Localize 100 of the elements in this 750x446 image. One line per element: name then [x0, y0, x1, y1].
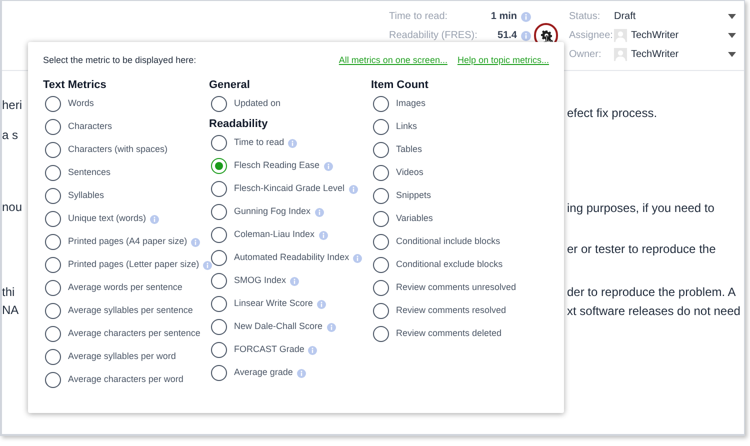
- radio-button[interactable]: [211, 227, 227, 243]
- radio-button[interactable]: [211, 319, 227, 335]
- radio-button[interactable]: [373, 326, 389, 342]
- radio-option[interactable]: Sentences: [43, 165, 209, 181]
- radio-button[interactable]: [211, 342, 227, 358]
- body-text: nou: [2, 199, 24, 215]
- radio-button[interactable]: [45, 211, 61, 227]
- radio-button[interactable]: [211, 204, 227, 220]
- radio-button[interactable]: [45, 119, 61, 135]
- body-text: thi: [2, 284, 16, 300]
- radio-option[interactable]: Average syllables per sentence: [43, 303, 209, 319]
- body-text: efect fix process.: [566, 105, 658, 121]
- radio-button[interactable]: [211, 96, 227, 112]
- radio-option[interactable]: Average characters per sentence: [43, 326, 209, 342]
- radio-option[interactable]: Review comments unresolved: [371, 280, 541, 296]
- radio-option[interactable]: Images: [371, 96, 541, 112]
- radio-button[interactable]: [373, 234, 389, 250]
- field-label: Assignee:: [569, 28, 614, 42]
- radio-button[interactable]: [45, 165, 61, 181]
- radio-button[interactable]: [373, 165, 389, 181]
- radio-button[interactable]: [211, 365, 227, 381]
- radio-button[interactable]: [45, 257, 61, 273]
- radio-button[interactable]: [373, 303, 389, 319]
- radio-button[interactable]: [211, 273, 227, 289]
- radio-button[interactable]: [45, 349, 61, 365]
- section-heading: Text Metrics: [43, 78, 108, 92]
- radio-button[interactable]: [45, 372, 61, 388]
- body-text: der to reproduce the problem. A: [566, 284, 737, 300]
- radio-button[interactable]: [211, 181, 227, 197]
- metric-label: Readability (FRES):: [389, 29, 478, 43]
- radio-button[interactable]: [45, 234, 61, 250]
- body-text: a s: [2, 127, 20, 143]
- radio-option[interactable]: Conditional exclude blocks: [371, 257, 541, 273]
- dropdown[interactable]: TechWriter: [614, 28, 736, 42]
- radio-button[interactable]: [373, 211, 389, 227]
- radio-option[interactable]: Printed pages (A4 paper size): [43, 234, 209, 250]
- radio-option[interactable]: Updated on: [209, 96, 371, 112]
- radio-option[interactable]: Printed pages (Letter paper size): [43, 257, 209, 273]
- body-text: xt software releases do not need: [566, 303, 740, 319]
- radio-option[interactable]: Average characters per word: [43, 372, 209, 388]
- radio-option[interactable]: Average words per sentence: [43, 280, 209, 296]
- caret-icon: [728, 52, 736, 56]
- radio-option[interactable]: FORCAST Grade: [209, 342, 371, 358]
- body-text: heri: [2, 97, 24, 113]
- caret-icon: [728, 14, 736, 18]
- radio-option[interactable]: Syllables: [43, 188, 209, 204]
- avatar-icon: [614, 28, 627, 42]
- radio-button[interactable]: [373, 257, 389, 273]
- radio-option[interactable]: Average syllables per word: [43, 349, 209, 365]
- radio-option[interactable]: Time to read: [209, 135, 371, 151]
- radio-button[interactable]: [45, 142, 61, 158]
- section-heading: Readability: [209, 117, 269, 131]
- radio-option[interactable]: Review comments resolved: [371, 303, 541, 319]
- radio-option[interactable]: Snippets: [371, 188, 541, 204]
- radio-button[interactable]: [211, 250, 227, 266]
- radio-button[interactable]: [45, 326, 61, 342]
- radio-option[interactable]: Linsear Write Score: [209, 296, 371, 312]
- radio-button[interactable]: [373, 119, 389, 135]
- radio-option[interactable]: Flesch Reading Ease: [209, 158, 371, 174]
- body-text: NA: [2, 302, 20, 318]
- avatar-icon: [614, 48, 627, 60]
- radio-option[interactable]: Gunning Fog Index: [209, 204, 371, 220]
- section-heading: General: [209, 78, 251, 92]
- field-label: Owner:: [569, 48, 602, 62]
- radio-option[interactable]: Coleman-Liau Index: [209, 227, 371, 243]
- radio-option[interactable]: Review comments deleted: [371, 326, 541, 342]
- radio-option[interactable]: Words: [43, 96, 209, 112]
- radio-option[interactable]: Characters: [43, 119, 209, 135]
- dropdown[interactable]: TechWriter: [614, 47, 736, 61]
- radio-option[interactable]: Average grade: [209, 365, 371, 381]
- radio-button[interactable]: [373, 142, 389, 158]
- radio-button[interactable]: [45, 303, 61, 319]
- radio-button[interactable]: [373, 188, 389, 204]
- radio-option[interactable]: Automated Readability Index: [209, 250, 371, 266]
- radio-button[interactable]: [373, 96, 389, 112]
- body-text: er or tester to reproduce the: [566, 241, 717, 257]
- metric-label: Time to read:: [389, 10, 449, 24]
- radio-option[interactable]: Conditional include blocks: [371, 234, 541, 250]
- dropdown[interactable]: Draft: [614, 9, 736, 23]
- radio-button[interactable]: [373, 280, 389, 296]
- radio-option[interactable]: Links: [371, 119, 541, 135]
- body-text: ing purposes, if you need to: [566, 200, 716, 216]
- radio-button[interactable]: [45, 280, 61, 296]
- radio-option[interactable]: Characters (with spaces): [43, 142, 209, 158]
- metric-value: 51.4: [496, 29, 517, 43]
- radio-button[interactable]: [45, 188, 61, 204]
- radio-button[interactable]: [211, 158, 227, 174]
- radio-option[interactable]: Flesch-Kincaid Grade Level: [209, 181, 371, 197]
- radio-option[interactable]: SMOG Index: [209, 273, 371, 289]
- radio-button[interactable]: [211, 135, 227, 151]
- radio-button[interactable]: [45, 96, 61, 112]
- radio-option[interactable]: Tables: [371, 142, 541, 158]
- radio-button[interactable]: [211, 296, 227, 312]
- radio-option[interactable]: Variables: [371, 211, 541, 227]
- radio-option[interactable]: New Dale-Chall Score: [209, 319, 371, 335]
- radio-option[interactable]: Videos: [371, 165, 541, 181]
- field-label: Status:: [569, 10, 602, 24]
- caret-icon: [728, 32, 736, 38]
- radio-option[interactable]: Unique text (words): [43, 211, 209, 227]
- section-heading: Item Count: [371, 78, 430, 92]
